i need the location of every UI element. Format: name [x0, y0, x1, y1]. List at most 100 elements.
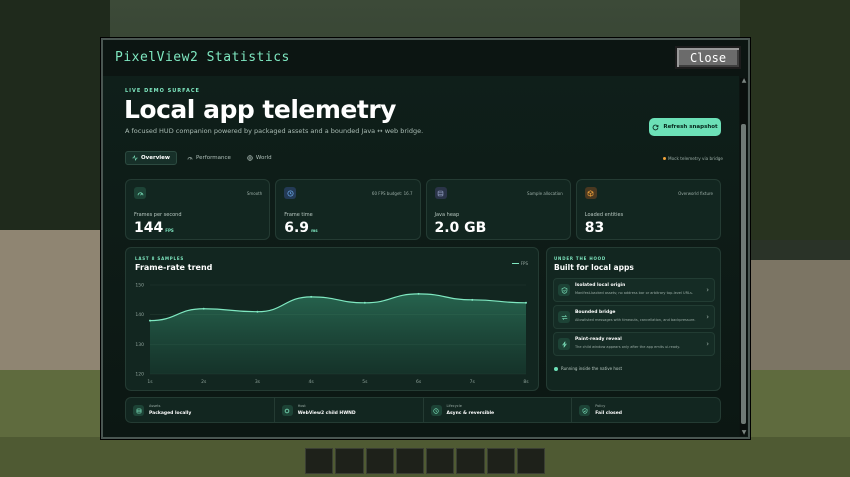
footer-key: Policy	[595, 404, 606, 408]
frame-rate-chart: 120 130 140 150 1s 2s 3s 4s 5s 6s 7s 8s	[135, 283, 529, 386]
card-label: Loaded entities	[584, 212, 624, 218]
host-status-label: Running inside the native host	[561, 366, 623, 371]
card-label: Java heap	[434, 212, 460, 218]
card-unit: FPS	[165, 228, 174, 233]
scroll-down-icon[interactable]: ▼	[741, 430, 747, 436]
hood-item-name: Isolated local origin	[575, 283, 626, 288]
hood-item-bounded-bridge[interactable]: Bounded bridge Allowlisted messages with…	[553, 305, 715, 329]
hood-item-name: Bounded bridge	[575, 310, 616, 315]
hotbar-slot[interactable]	[456, 448, 485, 474]
background-sand-right	[740, 260, 850, 370]
window-title: PixelView2 Statistics	[115, 50, 290, 65]
scrollbar-thumb[interactable]	[741, 124, 746, 424]
tab-label: World	[255, 155, 272, 161]
hotbar-slot[interactable]	[365, 448, 394, 474]
footer-cell-host: Host WebView2 child HWND	[275, 398, 424, 422]
background-tree-left	[0, 0, 110, 230]
y-tick-label: 120	[135, 372, 144, 378]
tab-world[interactable]: World	[241, 151, 278, 165]
refresh-icon	[652, 124, 659, 130]
hood-item-paint-ready[interactable]: Paint-ready reveal The child window appe…	[553, 332, 715, 356]
status-dot-icon	[663, 157, 666, 160]
footer-value: WebView2 child HWND	[297, 411, 356, 416]
fps-point	[202, 307, 205, 310]
card-unit: ms	[311, 228, 318, 233]
content-area: LIVE DEMO SURFACE Local app telemetry A …	[103, 76, 739, 437]
x-tick-label: 5s	[362, 379, 368, 385]
refresh-snapshot-button[interactable]: Refresh snapshot	[649, 118, 721, 136]
x-tick-label: 2s	[201, 379, 207, 385]
x-tick-label: 7s	[470, 379, 476, 385]
database-icon	[133, 405, 144, 416]
title-bar: PixelView2 Statistics Close	[103, 40, 748, 76]
fps-point	[256, 310, 259, 313]
under-the-hood-panel: UNDER THE HOOD Built for local apps Isol…	[546, 247, 721, 391]
fps-point	[310, 295, 313, 298]
fps-area	[150, 293, 526, 374]
card-tag: Overworld fixture	[678, 191, 713, 196]
fps-point	[363, 301, 366, 304]
footer-value: Packaged locally	[149, 411, 192, 416]
hotbar-slot[interactable]	[305, 448, 334, 474]
tab-performance[interactable]: Performance	[181, 151, 237, 165]
chevron-right-icon: ›	[706, 313, 709, 321]
background-sand-left	[0, 230, 110, 370]
footer-key: Assets	[149, 404, 161, 408]
footer-key: Host	[297, 404, 306, 408]
hood-title: Built for local apps	[554, 263, 634, 272]
clock-icon	[430, 405, 442, 416]
gauge-icon	[187, 157, 193, 160]
host-status: Running inside the native host	[554, 366, 622, 371]
hotbar-slot[interactable]	[516, 448, 545, 474]
fps-point	[471, 298, 474, 301]
bridge-icon	[558, 311, 570, 323]
metric-card-entities: Overworld fixture Loaded entities 83	[575, 179, 721, 240]
footer-value: Async & reversible	[446, 411, 495, 416]
x-tick-label: 6s	[416, 379, 422, 385]
tab-overview[interactable]: Overview	[125, 151, 177, 165]
hotbar-slot[interactable]	[426, 448, 455, 474]
card-label: Frames per second	[134, 212, 182, 218]
hotbar-slot[interactable]	[486, 448, 515, 474]
y-tick-label: 130	[135, 342, 144, 348]
footer-strip: Assets Packaged locally Host WebView2 ch…	[125, 397, 721, 423]
card-value: 83	[584, 220, 605, 236]
scroll-up-icon[interactable]: ▲	[741, 78, 747, 84]
status-dot-icon	[554, 366, 558, 371]
card-tag: Smooth	[246, 191, 263, 196]
hood-item-isolated-origin[interactable]: Isolated local origin Manifest-backed as…	[553, 278, 715, 302]
hotbar-slot[interactable]	[395, 448, 424, 474]
card-tag: Sample allocation	[527, 191, 563, 196]
page-subtitle: A focused HUD companion powered by packa…	[125, 127, 424, 135]
hood-item-name: Paint-ready reveal	[575, 337, 622, 342]
footer-cell-policy: Policy Fail closed	[572, 398, 720, 422]
fps-point	[525, 301, 527, 304]
hero-eyebrow: LIVE DEMO SURFACE	[125, 88, 200, 94]
metric-card-java-heap: Sample allocation Java heap 2.0 GB	[425, 179, 571, 240]
metric-card-frame-time: 60 FPS budget: 16.7 Frame time 6.9 ms	[275, 179, 421, 240]
mock-telemetry-label: Mock telemetry via bridge	[668, 156, 723, 161]
database-icon	[434, 187, 447, 199]
y-tick-label: 150	[135, 283, 144, 289]
footer-value: Fail closed	[595, 411, 623, 416]
y-tick-label: 140	[135, 312, 144, 318]
x-tick-label: 1s	[147, 379, 153, 385]
footer-cell-lifecycle: Lifecycle Async & reversible	[424, 398, 573, 422]
globe-icon	[247, 155, 253, 161]
fps-point	[149, 319, 151, 322]
fps-point	[417, 292, 420, 295]
shield-icon	[579, 405, 591, 416]
refresh-snapshot-label: Refresh snapshot	[663, 124, 718, 130]
footer-key: Lifecycle	[446, 404, 462, 408]
tab-label: Overview	[141, 155, 170, 161]
footer-cell-assets: Assets Packaged locally	[126, 398, 275, 422]
tab-bar: Overview Performance World	[125, 151, 278, 165]
x-tick-label: 8s	[523, 379, 529, 385]
statistics-window: PixelView2 Statistics Close LIVE DEMO SU…	[101, 38, 750, 439]
hood-item-desc: The child window appears only after the …	[575, 345, 680, 349]
hotbar-slot[interactable]	[335, 448, 364, 474]
close-button[interactable]: Close	[675, 46, 741, 69]
hood-item-desc: Allowlisted messages with timeouts, canc…	[575, 318, 696, 322]
chevron-right-icon: ›	[706, 286, 709, 294]
metric-cards: Smooth Frames per second 144 FPS 60 FPS b…	[125, 179, 721, 240]
